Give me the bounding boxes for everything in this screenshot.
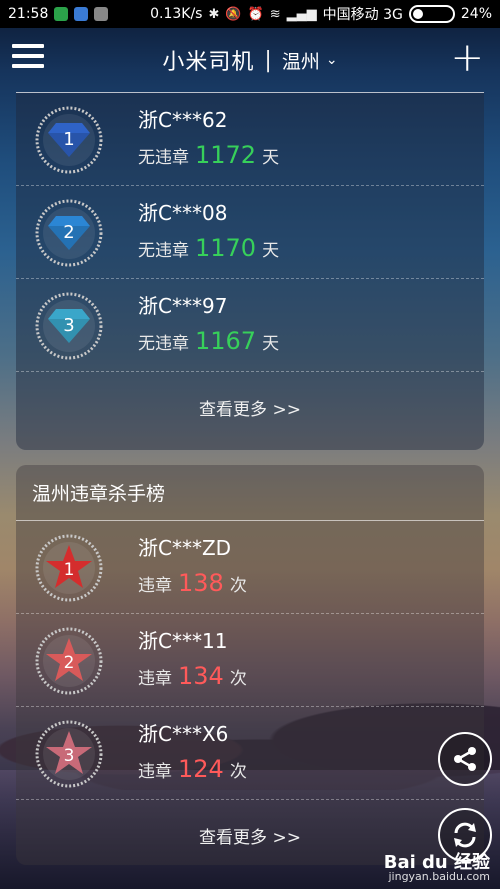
- rank-number: 3: [64, 746, 75, 766]
- diamond-icon: 1: [35, 106, 103, 174]
- rank-number: 1: [63, 129, 74, 150]
- list-item[interactable]: 2 浙C***08 无违章 1170 天: [16, 186, 484, 279]
- share-button[interactable]: [438, 732, 492, 786]
- stat-suffix: 次: [229, 762, 247, 782]
- menu-button[interactable]: [12, 44, 44, 72]
- stat-value: 134: [178, 662, 224, 690]
- good-drivers-panel: 1 浙C***62 无违章 1172 天 2 浙C***08 无违章 1170 …: [16, 92, 484, 450]
- plate-number: 浙C***08: [138, 201, 228, 225]
- status-bar: 21:58 0.13K/s ✱ 🔕 ⏰ ≋ ▂▄▆ 中国移动 3G 24%: [0, 0, 500, 28]
- hamburger-line: [12, 64, 44, 68]
- bluetooth-icon: ✱: [208, 6, 220, 22]
- battery-level: 24%: [460, 6, 492, 22]
- stat-value: 1167: [195, 327, 257, 355]
- watermark-url: jingyan.baidu.com: [388, 870, 490, 883]
- app-notification-icon: [74, 7, 89, 21]
- stat-prefix: 违章: [138, 669, 172, 689]
- star-icon: 1: [35, 534, 103, 602]
- list-item[interactable]: 3 浙C***X6 违章 124 次: [16, 707, 484, 800]
- stat-prefix: 违章: [138, 576, 172, 596]
- plate-number: 浙C***X6: [138, 722, 229, 746]
- rank-number: 2: [63, 222, 74, 243]
- app-title: 小米司机: [162, 50, 255, 75]
- star-icon: 3: [35, 720, 103, 788]
- hamburger-line: [12, 54, 44, 58]
- plate-number: 浙C***62: [138, 108, 228, 132]
- view-more-link[interactable]: 查看更多 >>: [16, 372, 484, 442]
- star-icon: 2: [35, 627, 103, 695]
- clock: 21:58: [8, 6, 49, 22]
- stat-prefix: 无违章: [138, 241, 189, 261]
- add-button[interactable]: +: [450, 38, 484, 78]
- stat-value: 138: [178, 569, 224, 597]
- list-item[interactable]: 1 浙C***62 无违章 1172 天: [16, 93, 484, 186]
- chevron-down-icon: ⌄: [325, 52, 338, 68]
- list-item[interactable]: 2 浙C***11 违章 134 次: [16, 614, 484, 707]
- alarm-icon: ⏰: [247, 6, 264, 22]
- panel-title: 温州违章杀手榜: [16, 465, 484, 521]
- city-selector[interactable]: 温州 ⌄: [282, 47, 338, 74]
- stat-value: 1172: [195, 141, 257, 169]
- plate-number: 浙C***ZD: [138, 536, 232, 560]
- diamond-icon: 2: [35, 199, 103, 267]
- network-speed: 0.13K/s: [150, 6, 203, 22]
- refresh-icon: [454, 822, 476, 848]
- diamond-icon: 3: [35, 292, 103, 360]
- plate-number: 浙C***11: [138, 629, 228, 653]
- watermark: Bai du 经验 jingyan.baidu.com: [384, 854, 490, 883]
- stat-value: 124: [178, 755, 224, 783]
- stat-prefix: 无违章: [138, 148, 189, 168]
- violators-panel: 温州违章杀手榜 1 浙C***ZD 违章 138 次 2 浙C***11 违章 …: [16, 465, 484, 865]
- stat-suffix: 天: [262, 148, 280, 168]
- rank-number: 3: [63, 315, 74, 336]
- stat-value: 1170: [195, 234, 257, 262]
- rank-number: 2: [64, 653, 75, 673]
- stat-prefix: 无违章: [138, 334, 189, 354]
- mute-icon: 🔕: [225, 6, 242, 22]
- gallery-notification-icon: [94, 7, 109, 21]
- stat-suffix: 天: [262, 241, 280, 261]
- stat-prefix: 违章: [138, 762, 172, 782]
- carrier-label: 中国移动 3G: [322, 7, 403, 23]
- stat-suffix: 次: [229, 669, 247, 689]
- city-label: 温州: [281, 50, 320, 73]
- rank-number: 1: [64, 560, 75, 580]
- list-item[interactable]: 1 浙C***ZD 违章 138 次: [16, 521, 484, 614]
- app-header: 小米司机 | 温州 ⌄ +: [0, 28, 500, 92]
- shield-app-icon: [54, 7, 69, 21]
- plate-number: 浙C***97: [138, 294, 228, 318]
- list-item[interactable]: 3 浙C***97 无违章 1167 天: [16, 279, 484, 372]
- stat-suffix: 次: [229, 576, 247, 596]
- battery-icon: [408, 5, 455, 23]
- share-icon: [454, 747, 476, 771]
- hamburger-icon: [12, 44, 44, 48]
- stat-suffix: 天: [262, 334, 280, 354]
- signal-icon: ▂▄▆: [286, 6, 317, 22]
- title-separator: |: [264, 47, 272, 73]
- wifi-icon: ≋: [269, 6, 281, 22]
